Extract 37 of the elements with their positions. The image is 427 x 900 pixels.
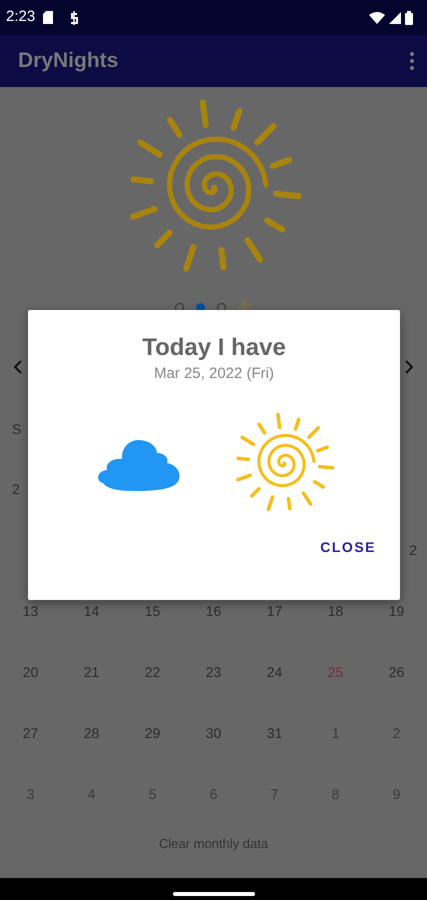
previous-month-button[interactable] (14, 360, 22, 374)
day-cell[interactable]: 18 (328, 601, 344, 622)
day-cell[interactable]: 30 (206, 723, 222, 744)
day-cell[interactable]: 16 (206, 601, 222, 622)
day-cell[interactable]: 14 (84, 601, 100, 622)
day-cell[interactable]: 23 (206, 662, 222, 683)
clock-time: 2:23 (6, 7, 36, 28)
sd-card-icon (43, 11, 54, 24)
day-cell[interactable]: 15 (144, 601, 160, 622)
day-cell[interactable]: 17 (266, 601, 282, 622)
day-cell[interactable]: 2 (12, 479, 20, 500)
day-cell[interactable]: 25 (328, 662, 344, 683)
day-cell[interactable]: 31 (266, 723, 282, 744)
sun-icon (234, 413, 334, 514)
day-cell[interactable]: 26 (388, 662, 404, 683)
weekday-label: S (12, 420, 22, 438)
signal-icon (389, 12, 401, 24)
app-title: DryNights (18, 48, 118, 74)
app-notification-icon (69, 10, 80, 24)
overflow-menu-button[interactable] (409, 51, 415, 71)
wifi-icon (369, 12, 385, 24)
dialog-title: Today I have (142, 334, 286, 363)
day-cell[interactable]: 21 (84, 662, 100, 683)
day-cell[interactable]: 24 (266, 662, 282, 683)
dialog-date: Mar 25, 2022 (Fri) (154, 364, 274, 384)
day-cell[interactable]: 20 (22, 662, 38, 683)
battery-icon (405, 10, 413, 24)
day-cell[interactable]: 13 (22, 601, 38, 622)
day-cell[interactable]: 29 (144, 723, 160, 744)
day-cell[interactable]: 19 (388, 601, 404, 622)
day-cell[interactable]: 2 (409, 540, 417, 561)
close-button[interactable]: CLOSE (312, 533, 384, 562)
next-month-button[interactable] (405, 360, 413, 374)
day-cell[interactable]: 28 (84, 723, 100, 744)
day-cell[interactable]: 22 (144, 662, 160, 683)
home-handle[interactable] (172, 892, 254, 896)
day-cell[interactable]: 27 (22, 723, 38, 744)
